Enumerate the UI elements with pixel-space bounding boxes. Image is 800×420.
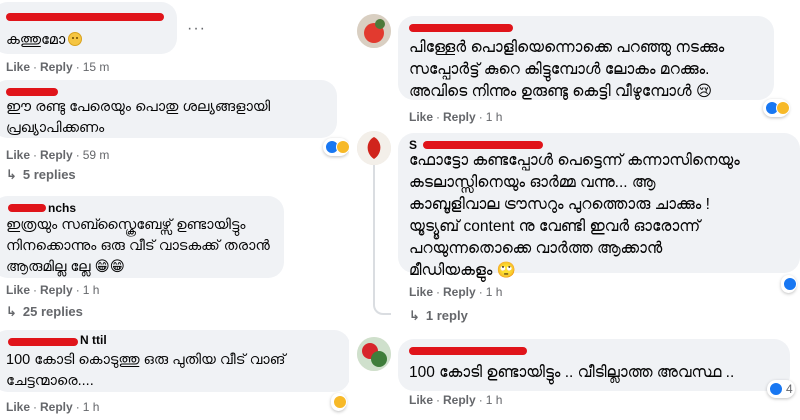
comment-actions: Like · Reply · 15 m: [6, 60, 109, 74]
reaction-summary[interactable]: [323, 138, 349, 156]
separator: ·: [75, 148, 80, 162]
redacted-name: [409, 24, 513, 32]
reply-arrow-icon: ↳: [409, 308, 420, 323]
avatar-image-icon: [357, 337, 391, 371]
separator: ·: [33, 400, 38, 414]
more-options-icon[interactable]: ···: [187, 20, 206, 38]
comment-actions: Like · Reply · 1 h: [6, 400, 99, 414]
reaction-summary[interactable]: [763, 99, 790, 117]
redacted-name: [8, 204, 46, 212]
like-button[interactable]: Like: [6, 283, 30, 297]
comments-panel-right: പിള്ളേർ പൊളിയെന്നൊക്കെ പറഞ്ഞു നടക്കും സപ…: [349, 0, 800, 420]
reply-arrow-icon: ↳: [6, 167, 17, 182]
like-button[interactable]: Like: [409, 393, 433, 407]
comment-actions: Like · Reply · 1 h: [409, 393, 502, 407]
comment-actions: Like · Reply · 59 m: [6, 148, 109, 162]
avatar[interactable]: [357, 14, 391, 48]
redacted-name: [6, 88, 58, 96]
comment-text: ഈ രണ്ടു പേരെയും പൊതു ശല്യങ്ങളായി പ്രഖ്യാ…: [6, 99, 271, 136]
like-reaction-icon: [783, 277, 797, 291]
reply-arrow-icon: ↳: [6, 304, 17, 319]
avatar-image-icon: [357, 131, 391, 165]
commenter-name[interactable]: N ttil: [80, 333, 107, 347]
reaction-summary[interactable]: [331, 393, 347, 411]
reply-button[interactable]: Reply: [443, 110, 476, 124]
reply-button[interactable]: Reply: [40, 283, 73, 297]
avatar[interactable]: [357, 337, 391, 371]
reply-button[interactable]: Reply: [443, 285, 476, 299]
like-button[interactable]: Like: [6, 148, 30, 162]
separator: ·: [436, 393, 441, 407]
comment-text: കത്തുമോ: [6, 30, 83, 51]
timestamp: 15 m: [82, 60, 110, 74]
reaction-summary[interactable]: 4: [767, 380, 795, 398]
timestamp: 1 h: [485, 110, 503, 124]
like-button[interactable]: Like: [6, 60, 30, 74]
separator: ·: [436, 110, 441, 124]
commenter-name[interactable]: nchs: [48, 201, 76, 215]
timestamp: 1 h: [82, 283, 100, 297]
view-replies-link[interactable]: ↳ 5 replies: [6, 167, 76, 183]
comment-actions: Like · Reply · 1 h: [409, 110, 502, 124]
reaction-count: 4: [786, 382, 793, 396]
comment-text: പിള്ളേർ പൊളിയെന്നൊക്കെ പറഞ്ഞു നടക്കും സപ…: [409, 39, 725, 100]
comment-text: 100 കോടി ഉണ്ടായിട്ടും .. വീടില്ലാത്ത അവസ…: [409, 364, 735, 381]
timestamp: 59 m: [82, 148, 110, 162]
redacted-name: [8, 338, 78, 346]
thread-connector: [373, 165, 391, 315]
timestamp: 1 h: [82, 400, 100, 414]
reply-button[interactable]: Reply: [40, 148, 73, 162]
separator: ·: [478, 110, 483, 124]
haha-reaction-icon: [336, 140, 349, 154]
timestamp: 1 h: [485, 285, 503, 299]
timestamp: 1 h: [485, 393, 503, 407]
redacted-name: [6, 13, 164, 21]
comment-actions: Like · Reply · 1 h: [409, 285, 502, 299]
reply-button[interactable]: Reply: [40, 400, 73, 414]
like-button[interactable]: Like: [409, 285, 433, 299]
avatar-image-icon: [357, 14, 391, 48]
separator: ·: [33, 60, 38, 74]
comment-text: ഫോട്ടോ കണ്ടപ്പോൾ പെട്ടെന്ന് കന്നാസിനെയും…: [409, 152, 740, 279]
redacted-name: [409, 347, 527, 355]
like-button[interactable]: Like: [409, 110, 433, 124]
separator: ·: [75, 283, 80, 297]
separator: ·: [33, 148, 38, 162]
view-replies-link[interactable]: ↳ 1 reply: [409, 308, 468, 324]
haha-reaction-icon: [333, 395, 347, 409]
view-replies-link[interactable]: ↳ 25 replies: [6, 304, 83, 320]
separator: ·: [478, 285, 483, 299]
separator: ·: [75, 400, 80, 414]
redacted-name: [423, 141, 543, 149]
reply-button[interactable]: Reply: [443, 393, 476, 407]
neutral-face-icon: [68, 32, 83, 46]
reply-button[interactable]: Reply: [40, 60, 73, 74]
like-button[interactable]: Like: [6, 400, 30, 414]
comments-panel-left: കത്തുമോ ··· Like · Reply · 15 m ഈ രണ്ടു പേരെ…: [0, 0, 349, 420]
separator: ·: [33, 283, 38, 297]
separator: ·: [75, 60, 80, 74]
reaction-summary[interactable]: [781, 275, 797, 293]
comment-text: 100 കോടി കൊടുത്തു ഒരു പുതിയ വീട് വാങ് ചേ…: [6, 352, 286, 389]
like-reaction-icon: [769, 382, 783, 396]
haha-reaction-icon: [776, 101, 790, 115]
comment-actions: Like · Reply · 1 h: [6, 283, 99, 297]
separator: ·: [478, 393, 483, 407]
separator: ·: [436, 285, 441, 299]
avatar[interactable]: [357, 131, 391, 165]
comment-text: ഇത്രയും സബ്സ്ക്രൈബേഴ്സ് ഉണ്ടായിട്ടും നിന…: [6, 217, 270, 275]
